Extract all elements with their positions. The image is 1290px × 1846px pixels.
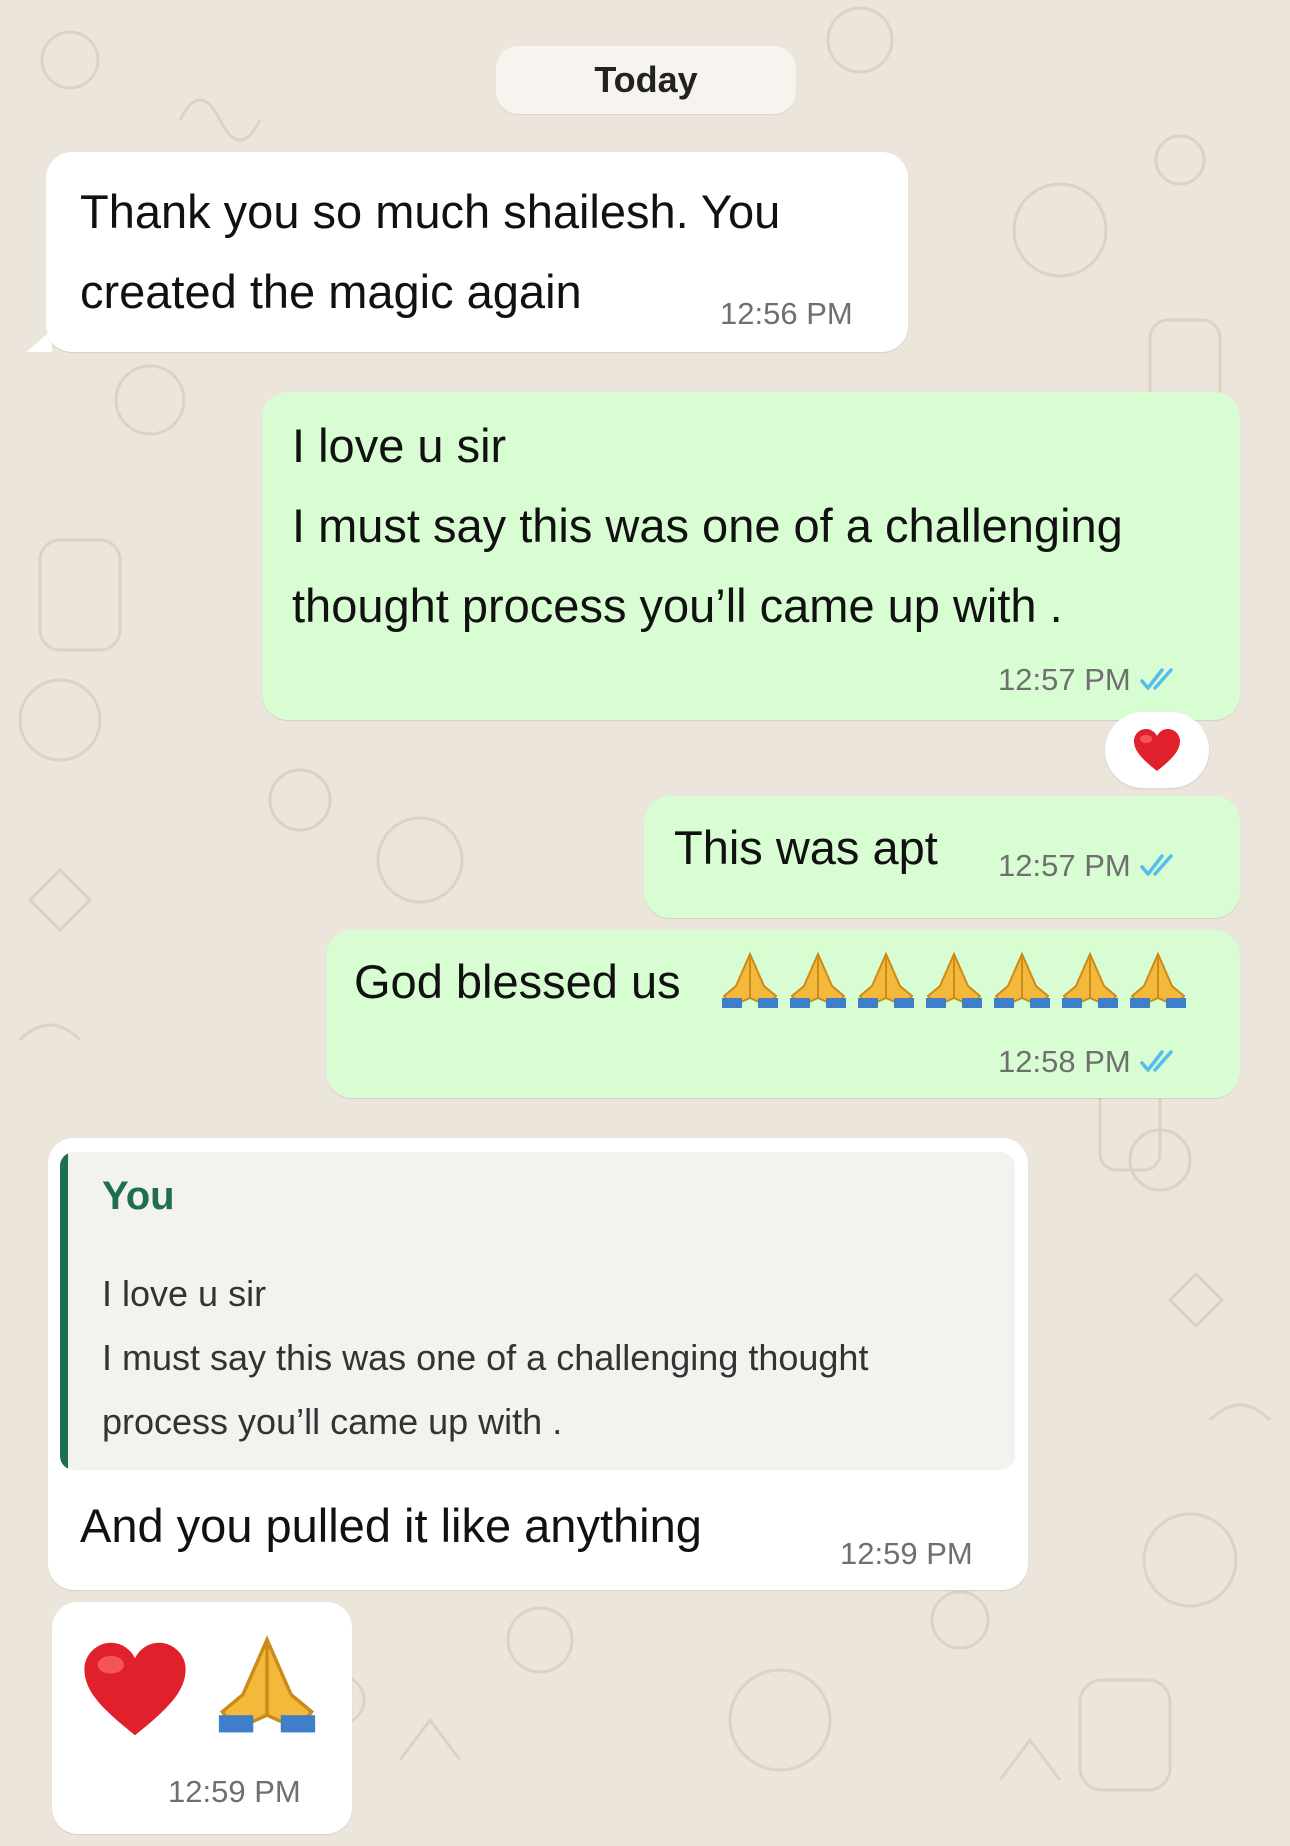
emoji-row xyxy=(718,950,1190,1012)
message-text: I love u sir I must say this was one of … xyxy=(292,419,1123,632)
message-time: 12:57 PM xyxy=(998,662,1131,697)
quote-author: You xyxy=(102,1174,175,1218)
message-outgoing[interactable]: God blessed us 12:58 PM xyxy=(326,930,1240,1098)
message-incoming[interactable]: Thank you so much shailesh. You created … xyxy=(46,152,908,352)
folded-hands-icon xyxy=(994,951,1050,1008)
red-heart-icon xyxy=(1134,729,1180,771)
read-ticks-icon xyxy=(1139,668,1173,690)
folded-hands-icon xyxy=(218,1635,316,1733)
message-outgoing[interactable]: I love u sir I must say this was one of … xyxy=(262,392,1240,720)
message-incoming[interactable]: 12:59 PM xyxy=(52,1602,352,1834)
message-text: And you pulled it like anything xyxy=(80,1499,702,1552)
folded-hands-icon xyxy=(858,951,914,1008)
message-text: Thank you so much shailesh. You created … xyxy=(80,185,781,318)
message-time: 12:59 PM xyxy=(840,1536,973,1571)
folded-hands-icon xyxy=(1062,951,1118,1008)
message-outgoing[interactable]: This was apt 12:57 PM xyxy=(644,796,1240,918)
quoted-message[interactable]: You I love u sir I must say this was one… xyxy=(60,1152,1015,1470)
read-ticks-icon xyxy=(1139,854,1173,876)
folded-hands-icon xyxy=(926,951,982,1008)
chat-thread[interactable]: Today Thank you so much shailesh. You cr… xyxy=(0,0,1290,1846)
message-time-status: 12:58 PM xyxy=(998,1044,1179,1080)
message-time: 12:59 PM xyxy=(168,1774,301,1809)
message-text: God blessed us xyxy=(354,955,681,1008)
quote-accent-bar xyxy=(60,1152,68,1470)
message-time: 12:57 PM xyxy=(998,848,1131,883)
message-time: 12:58 PM xyxy=(998,1044,1131,1079)
red-heart-icon xyxy=(84,1642,186,1736)
message-time: 12:56 PM xyxy=(720,296,853,331)
reaction-badge[interactable] xyxy=(1105,712,1209,788)
message-text: This was apt xyxy=(674,821,938,874)
message-time-status: 12:57 PM xyxy=(998,848,1179,884)
read-ticks-icon xyxy=(1139,1050,1173,1072)
folded-hands-icon xyxy=(722,951,778,1008)
date-divider: Today xyxy=(496,46,796,114)
message-time-status: 12:57 PM xyxy=(998,662,1179,698)
folded-hands-icon xyxy=(790,951,846,1008)
quote-text: I love u sir I must say this was one of … xyxy=(102,1273,869,1442)
emoji-row xyxy=(80,1632,322,1740)
folded-hands-icon xyxy=(1130,951,1186,1008)
